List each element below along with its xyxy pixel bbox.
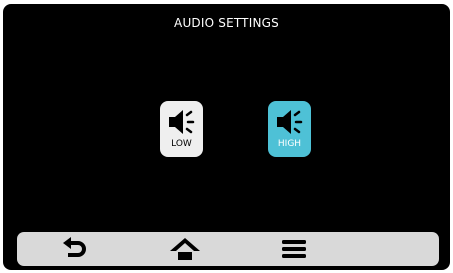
audio-low-button[interactable]: LOW [160,101,203,157]
audio-high-button[interactable]: HIGH [268,101,311,157]
home-button[interactable] [168,236,202,262]
back-button[interactable] [57,236,91,262]
audio-settings-panel: AUDIO SETTINGS LOW HIGH [3,4,450,270]
device-screen: AUDIO SETTINGS LOW HIGH [0,0,453,273]
menu-button[interactable] [277,236,311,262]
speaker-icon [277,110,303,134]
page-title: AUDIO SETTINGS [174,16,279,30]
back-arrow-icon [63,237,86,257]
speaker-icon [169,110,195,134]
bottom-nav-bar [17,232,439,266]
audio-low-label: LOW [171,139,192,149]
menu-icon [282,240,306,258]
home-icon [170,238,200,260]
audio-high-label: HIGH [277,139,302,149]
